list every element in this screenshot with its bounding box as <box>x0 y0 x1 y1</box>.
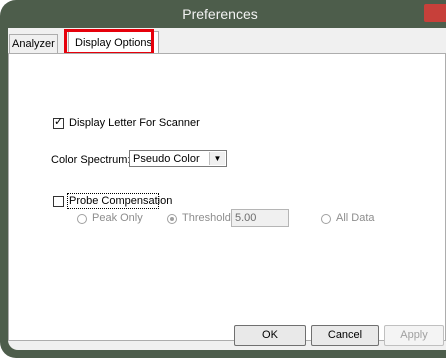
dialog-client-area: Analyzer Display Options Display Letter … <box>8 28 446 350</box>
radio-threshold-label: Threshold <box>182 212 231 224</box>
window-title: Preferences <box>182 6 258 22</box>
close-button[interactable] <box>424 4 446 22</box>
radio-peak-only[interactable] <box>77 214 87 224</box>
probe-compensation-label: Probe Compensation <box>69 195 173 207</box>
color-spectrum-select[interactable]: Pseudo Color ▼ <box>129 150 227 167</box>
display-letter-label: Display Letter For Scanner <box>69 117 200 129</box>
radio-threshold[interactable] <box>167 214 177 224</box>
cancel-button[interactable]: Cancel <box>311 325 379 346</box>
window-frame: Preferences Analyzer Display Options Dis… <box>0 0 446 358</box>
chevron-down-icon[interactable]: ▼ <box>209 152 225 165</box>
radio-all-data-label: All Data <box>336 212 375 224</box>
display-letter-checkbox[interactable] <box>53 115 64 129</box>
threshold-input[interactable]: 5.00 <box>231 209 289 227</box>
apply-button[interactable]: Apply <box>384 325 444 346</box>
display-options-panel: Display Letter For Scanner Color Spectru… <box>8 53 446 341</box>
color-spectrum-value: Pseudo Color <box>133 153 200 165</box>
tab-analyzer[interactable]: Analyzer <box>9 34 58 53</box>
tab-strip: Analyzer Display Options <box>8 28 446 56</box>
tab-display-options[interactable]: Display Options <box>68 31 160 54</box>
probe-compensation-checkbox[interactable] <box>53 196 64 207</box>
radio-peak-only-label: Peak Only <box>92 212 143 224</box>
color-spectrum-label: Color Spectrum: <box>51 154 131 166</box>
radio-all-data[interactable] <box>321 214 331 224</box>
ok-button[interactable]: OK <box>234 325 306 346</box>
